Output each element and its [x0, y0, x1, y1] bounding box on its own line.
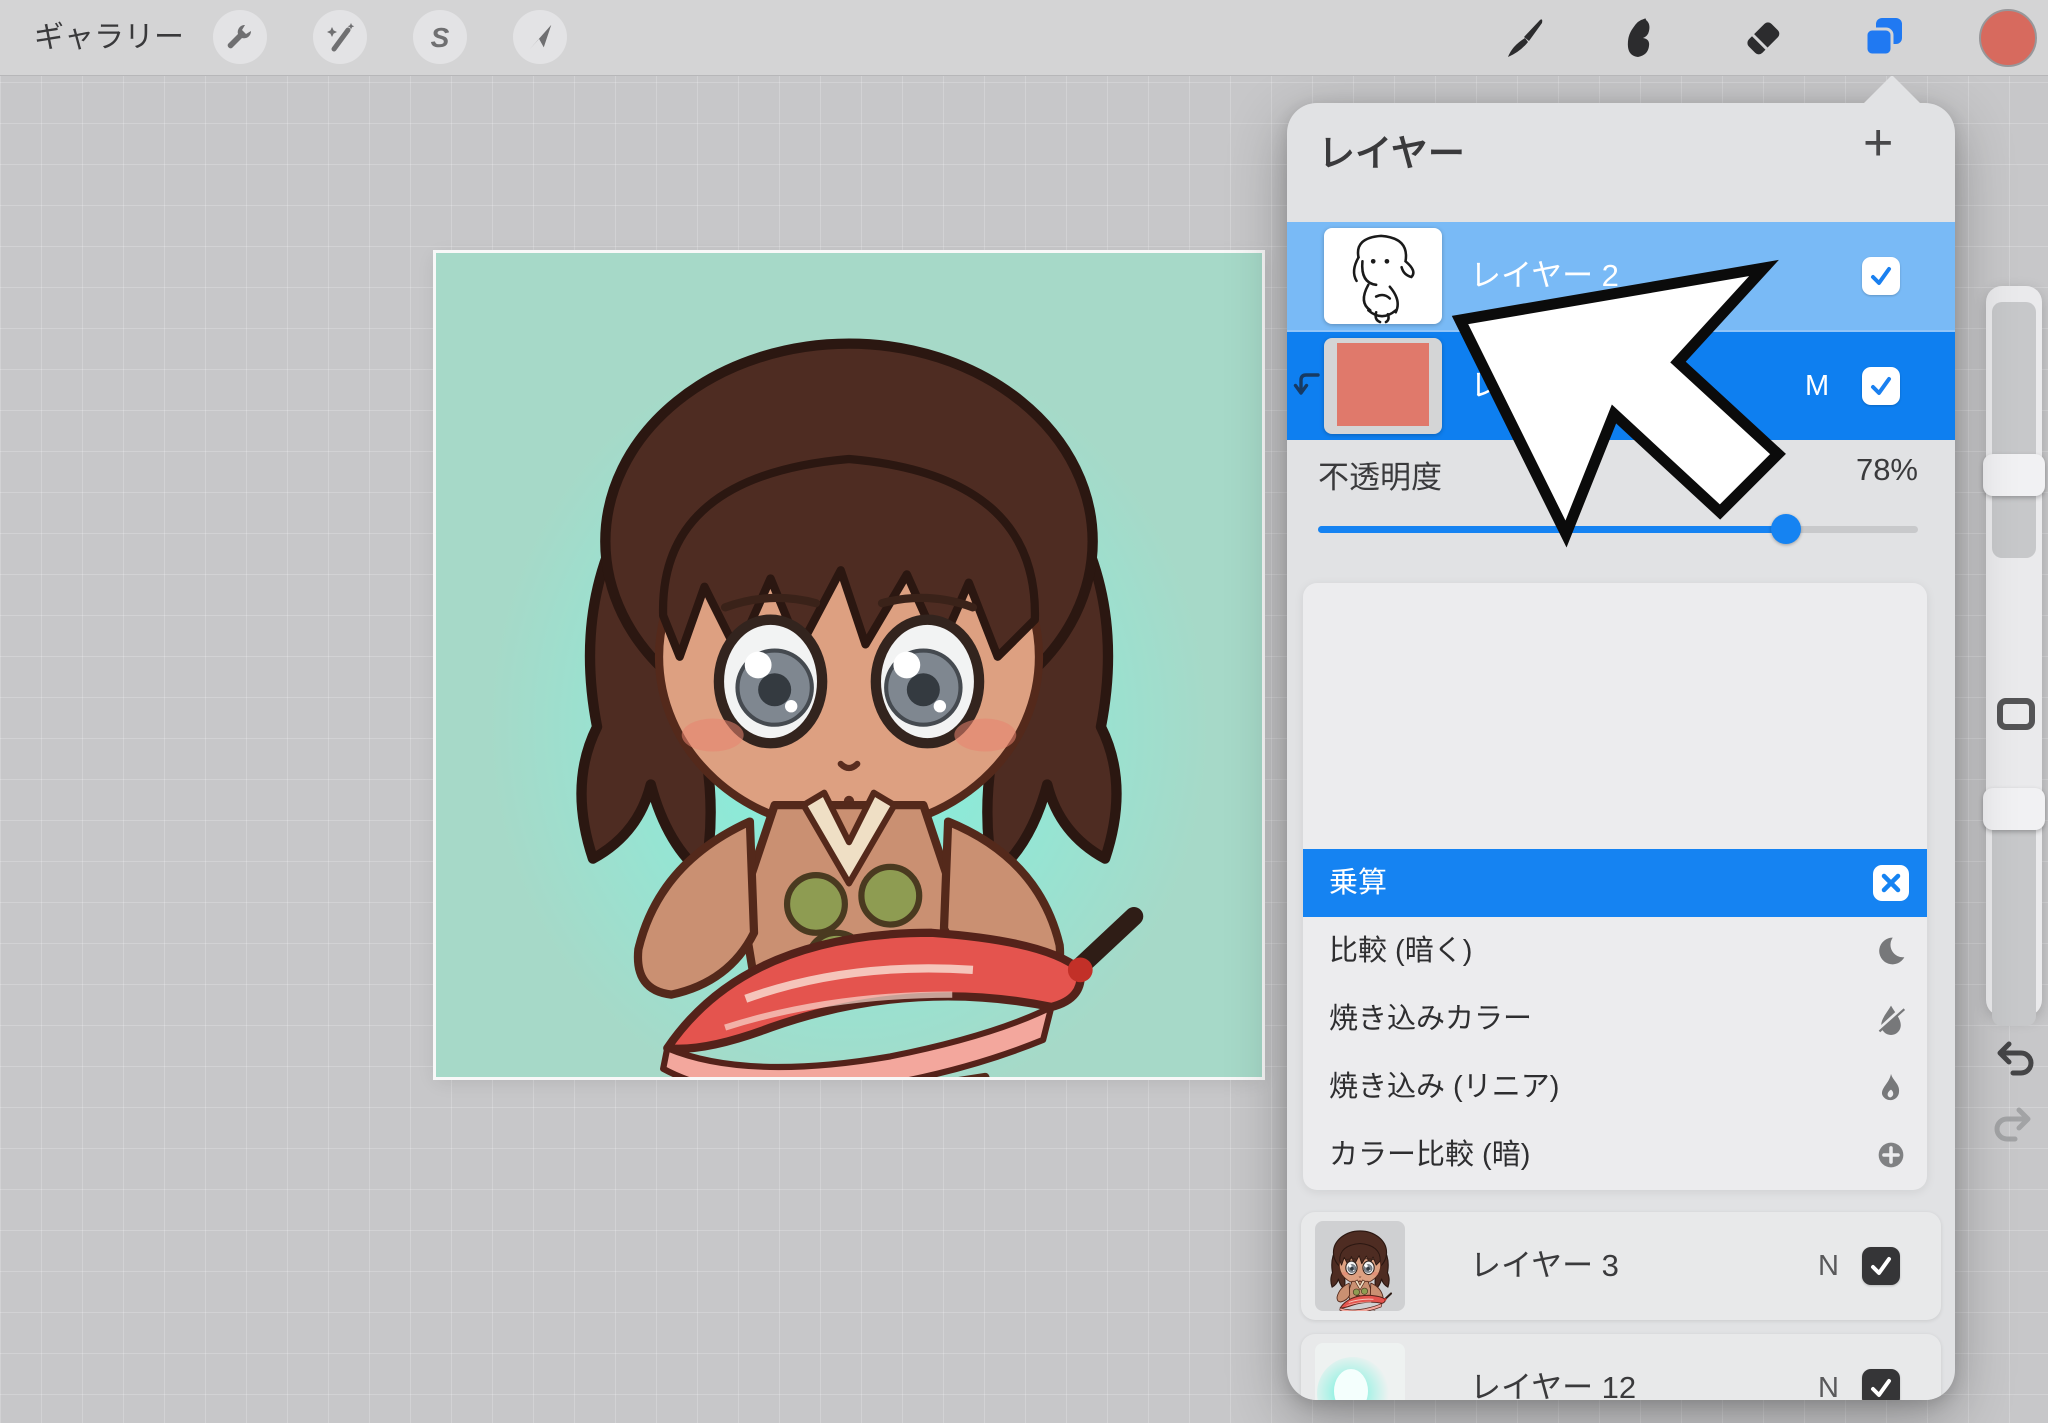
brush-icon [1502, 16, 1546, 60]
layer-name: レイヤー 12 [1470, 1334, 1636, 1400]
redo-icon [1993, 1105, 2035, 1143]
check-icon [1868, 1253, 1894, 1279]
check-icon [1868, 263, 1894, 289]
blend-mode-darker-color[interactable]: カラー比較 (暗) [1303, 1121, 1927, 1189]
layers-panel-title: レイヤー [1318, 123, 1465, 177]
brush-opacity-handle[interactable] [1983, 788, 2045, 830]
droplet-slash-icon [1873, 1001, 1909, 1037]
selection-button[interactable]: S [413, 10, 467, 64]
smudge-tool-button[interactable] [1614, 13, 1664, 63]
blend-mode-linear-burn[interactable]: 焼き込み (リニア) [1303, 1053, 1927, 1121]
layer-thumbnail-character [1315, 1221, 1405, 1311]
blend-mode-label: 乗算 [1329, 849, 1387, 917]
blend-mode-multiply[interactable]: 乗算 [1303, 849, 1927, 917]
blend-mode-badge[interactable]: N [1818, 1212, 1839, 1320]
wrench-icon [224, 21, 256, 53]
actions-button[interactable] [213, 10, 267, 64]
layer-visibility-checkbox[interactable] [1862, 1247, 1900, 1285]
blend-mode-label: 比較 (暗く) [1329, 917, 1472, 985]
transform-button[interactable] [513, 10, 567, 64]
eraser-icon [1740, 15, 1786, 61]
undo-icon [1993, 1039, 2035, 1077]
layer-thumbnail-color [1324, 338, 1442, 434]
blend-mode-darken[interactable]: 比較 (暗く) [1303, 917, 1927, 985]
adjustments-button[interactable] [313, 10, 367, 64]
blend-mode-color-burn[interactable]: 焼き込みカラー [1303, 985, 1927, 1053]
top-toolbar: ギャラリー S [0, 0, 2048, 76]
layers-tool-button[interactable] [1859, 13, 1909, 63]
crescent-moon-icon [1873, 933, 1909, 969]
sidebar-controls [1986, 286, 2042, 1016]
gallery-button[interactable]: ギャラリー [34, 0, 184, 75]
layers-icon [1861, 15, 1907, 61]
flame-icon [1873, 1069, 1909, 1105]
layer-thumbnail-sketch [1324, 228, 1442, 324]
canvas-artwork [436, 253, 1262, 1077]
color-swatch-button[interactable] [1979, 9, 2037, 67]
add-layer-button[interactable]: + [1863, 113, 1893, 173]
multiply-x-icon [1873, 865, 1909, 901]
blend-mode-badge[interactable]: N [1818, 1334, 1839, 1400]
pointer-cursor [1448, 256, 1798, 566]
eraser-tool-button[interactable] [1738, 13, 1788, 63]
transform-arrow-icon [525, 22, 555, 52]
selection-s-icon: S [425, 21, 455, 53]
layer-visibility-checkbox[interactable] [1862, 367, 1900, 405]
brush-tool-button[interactable] [1499, 13, 1549, 63]
layer-visibility-checkbox[interactable] [1862, 257, 1900, 295]
check-icon [1868, 1375, 1894, 1400]
plus-circle-icon [1873, 1137, 1909, 1173]
clipping-mask-icon [1291, 370, 1321, 400]
opacity-label: 不透明度 [1318, 452, 1442, 497]
undo-button[interactable] [1992, 1036, 2036, 1080]
brush-size-handle[interactable] [1983, 454, 2045, 496]
layer-thumbnail-glow [1315, 1343, 1405, 1400]
check-icon [1868, 373, 1894, 399]
blend-mode-label: 焼き込みカラー [1329, 985, 1532, 1053]
canvas-artboard[interactable] [436, 253, 1262, 1077]
modify-button[interactable] [1997, 698, 2035, 730]
blend-mode-label: カラー比較 (暗) [1329, 1121, 1530, 1189]
svg-text:S: S [431, 22, 450, 53]
procreate-workspace: { "top_bar": { "gallery_label": "ギャラリー",… [0, 0, 2048, 1423]
layer-row-12[interactable]: レイヤー 12 N [1301, 1334, 1941, 1400]
layer-row-3[interactable]: レイヤー 3 N [1301, 1212, 1941, 1320]
brush-size-slider[interactable] [1992, 302, 2036, 558]
panel-pointer-tail [1862, 75, 1922, 105]
redo-button[interactable] [1992, 1102, 2036, 1146]
opacity-value: 78% [1856, 452, 1918, 488]
magic-wand-icon [324, 21, 356, 53]
layer-name: レイヤー 3 [1470, 1212, 1619, 1320]
blend-mode-list: 乗算 比較 (暗く) 焼き込みカラー [1303, 583, 1927, 1190]
smudge-finger-icon [1617, 16, 1661, 60]
thumbnail-fill [1337, 343, 1429, 426]
layer-visibility-checkbox[interactable] [1862, 1369, 1900, 1400]
blend-mode-label: 焼き込み (リニア) [1329, 1053, 1559, 1121]
blend-mode-badge[interactable]: M [1805, 332, 1829, 440]
